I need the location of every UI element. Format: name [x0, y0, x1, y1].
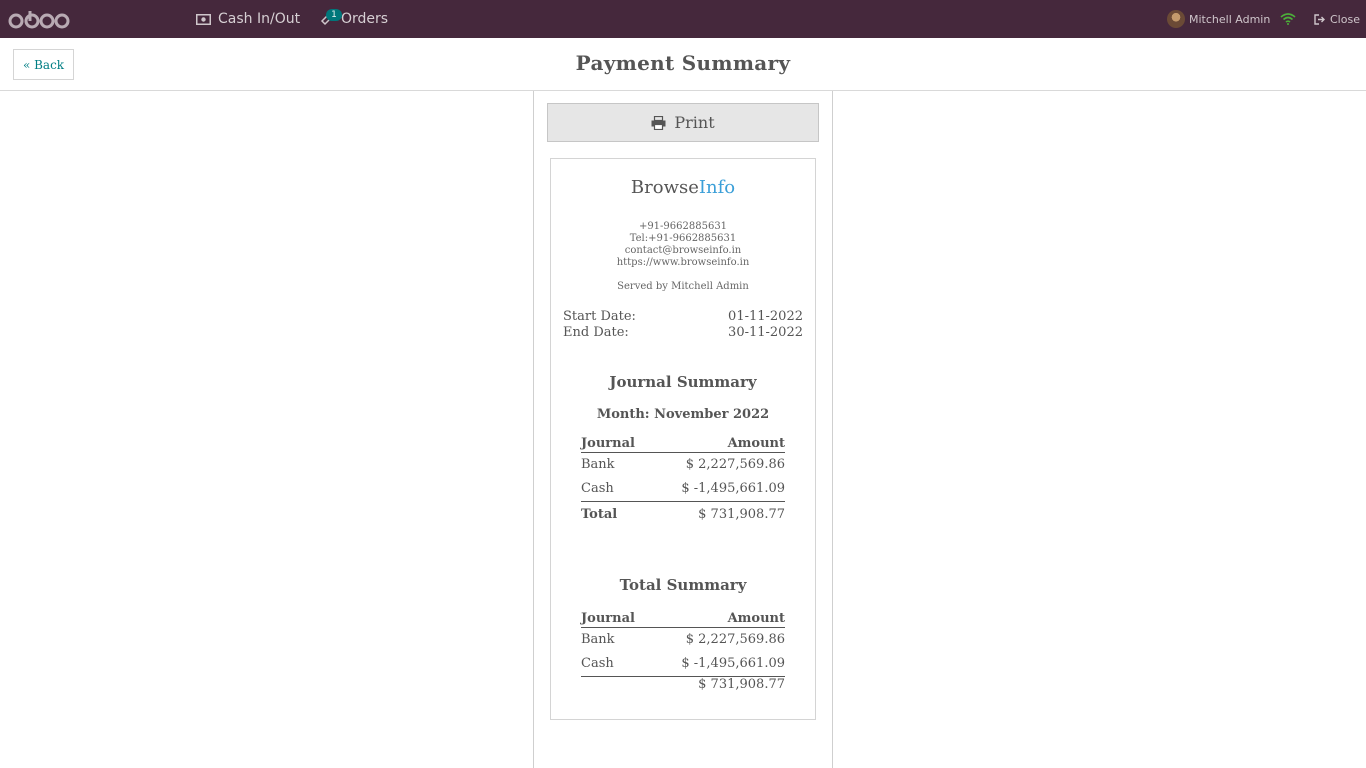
total-value: $ 731,908.77: [698, 507, 785, 522]
total-row: Total $ 731,908.77: [581, 501, 785, 525]
back-button[interactable]: « Back: [13, 49, 74, 80]
table-row: Cash $ -1,495,661.09: [581, 477, 785, 501]
total-summary-table: Journal Amount Bank $ 2,227,569.86 Cash …: [581, 610, 785, 694]
company-phone: +91-9662885631: [638, 221, 728, 232]
receipt: BrowseInfo +91-9662885631 Tel:+91-966288…: [550, 158, 816, 720]
close-button[interactable]: Close: [1314, 0, 1360, 38]
journal-amount: $ -1,495,661.09: [681, 481, 785, 496]
close-label: Close: [1330, 12, 1360, 26]
user-menu[interactable]: Mitchell Admin: [1167, 0, 1270, 38]
company-logo: BrowseInfo: [551, 177, 815, 198]
column-journal: Journal: [581, 611, 635, 626]
orders-count-badge: 1: [326, 9, 342, 21]
user-name: Mitchell Admin: [1189, 12, 1271, 26]
journal-summary-table: Journal Amount Bank $ 2,227,569.86 Cash …: [581, 435, 785, 525]
journal-name: Bank: [581, 457, 615, 472]
cash-in-out-label: Cash In/Out: [218, 11, 301, 27]
column-amount: Amount: [727, 436, 785, 451]
brand-accent: Info: [698, 177, 736, 198]
wifi-icon: [1280, 13, 1296, 25]
total-label: Total: [581, 507, 618, 522]
journal-name: Cash: [581, 656, 614, 671]
end-date-value: 30-11-2022: [728, 325, 803, 340]
table-row: Cash $ -1,495,661.09: [581, 652, 785, 676]
brand-primary: Browse: [630, 177, 699, 198]
total-row: $ 731,908.77: [581, 676, 785, 694]
journal-name: Cash: [581, 481, 614, 496]
total-summary-title: Total Summary: [619, 576, 747, 594]
print-button[interactable]: Print: [547, 103, 819, 142]
orders-button[interactable]: 1 Orders: [320, 0, 388, 38]
sign-out-icon: [1314, 13, 1326, 25]
start-date-row: Start Date: 01-11-2022: [563, 309, 803, 324]
column-journal: Journal: [581, 436, 635, 451]
cash-in-out-button[interactable]: Cash In/Out: [196, 0, 300, 38]
wifi-status[interactable]: [1280, 0, 1296, 38]
journal-amount: $ 2,227,569.86: [685, 632, 785, 647]
avatar: [1167, 10, 1185, 28]
company-tel: Tel:+91-9662885631: [629, 233, 737, 244]
journal-name: Bank: [581, 632, 615, 647]
end-date-label: End Date:: [563, 325, 629, 340]
top-navbar: Cash In/Out 1 Orders Mitchell Admin Clos…: [0, 0, 1366, 38]
journal-amount: $ -1,495,661.09: [681, 656, 785, 671]
table-header: Journal Amount: [581, 435, 785, 453]
total-value: $ 731,908.77: [698, 677, 785, 692]
control-header: Payment Summary « Back: [0, 38, 1366, 91]
money-icon: [196, 13, 211, 25]
journal-amount: $ 2,227,569.86: [685, 457, 785, 472]
company-website: https://www.browseinfo.in: [616, 257, 750, 268]
printer-icon: [651, 115, 666, 130]
company-email: contact@browseinfo.in: [624, 245, 742, 256]
journal-summary-title: Journal Summary: [609, 373, 757, 391]
table-row: Bank $ 2,227,569.86: [581, 453, 785, 477]
served-by: Served by Mitchell Admin: [617, 281, 749, 292]
table-header: Journal Amount: [581, 610, 785, 628]
orders-label: Orders: [341, 11, 389, 27]
odoo-logo: [8, 11, 70, 29]
start-date-value: 01-11-2022: [728, 309, 803, 324]
journal-summary-month: Month: November 2022: [596, 407, 770, 422]
page-title: Payment Summary: [575, 51, 791, 75]
table-row: Bank $ 2,227,569.86: [581, 628, 785, 652]
print-label: Print: [674, 113, 715, 132]
start-date-label: Start Date:: [563, 309, 636, 324]
column-amount: Amount: [727, 611, 785, 626]
receipt-panel: Print BrowseInfo +91-9662885631 Tel:+91-…: [533, 91, 833, 768]
end-date-row: End Date: 30-11-2022: [563, 325, 803, 340]
